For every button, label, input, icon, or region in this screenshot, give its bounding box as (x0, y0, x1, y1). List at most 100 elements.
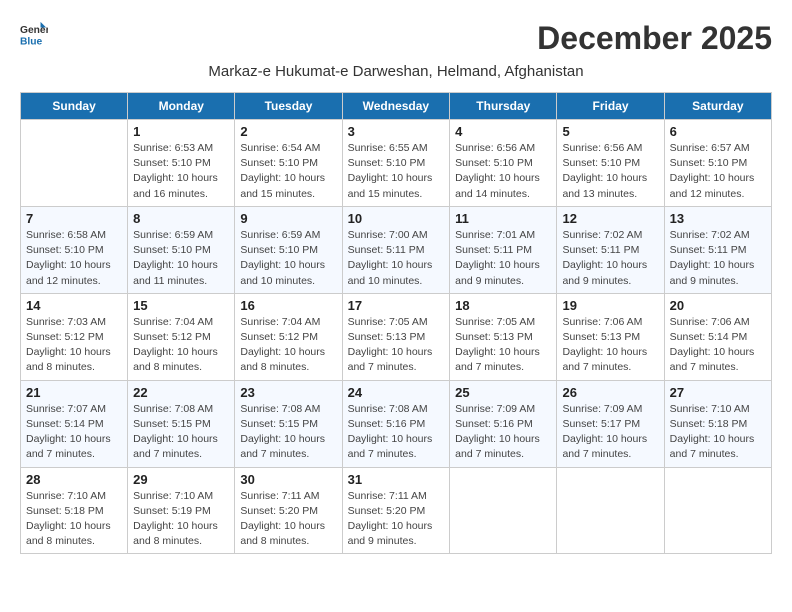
day-info: Sunrise: 6:57 AMSunset: 5:10 PMDaylight:… (670, 141, 766, 202)
calendar-cell: 14 Sunrise: 7:03 AMSunset: 5:12 PMDayligh… (21, 293, 128, 380)
day-number: 27 (670, 385, 766, 400)
day-number: 9 (240, 211, 336, 226)
day-info: Sunrise: 7:08 AMSunset: 5:15 PMDaylight:… (133, 402, 229, 463)
day-number: 1 (133, 124, 229, 139)
calendar-table: SundayMondayTuesdayWednesdayThursdayFrid… (20, 92, 772, 554)
calendar-cell: 19 Sunrise: 7:06 AMSunset: 5:13 PMDayligh… (557, 293, 664, 380)
logo: General Blue (20, 20, 52, 48)
calendar-cell: 9 Sunrise: 6:59 AMSunset: 5:10 PMDaylight… (235, 206, 342, 293)
day-info: Sunrise: 7:08 AMSunset: 5:15 PMDaylight:… (240, 402, 336, 463)
day-info: Sunrise: 7:03 AMSunset: 5:12 PMDaylight:… (26, 315, 122, 376)
calendar-cell: 13Sunrise: 7:02 AMSunset: 5:11 PMDayligh… (664, 206, 771, 293)
day-info: Sunrise: 7:08 AMSunset: 5:16 PMDaylight:… (348, 402, 445, 463)
day-info: Sunrise: 6:55 AMSunset: 5:10 PMDaylight:… (348, 141, 445, 202)
day-info: Sunrise: 6:54 AMSunset: 5:10 PMDaylight:… (240, 141, 336, 202)
day-number: 30 (240, 472, 336, 487)
calendar-cell: 29 Sunrise: 7:10 AMSunset: 5:19 PMDayligh… (128, 467, 235, 554)
day-number: 2 (240, 124, 336, 139)
day-info: Sunrise: 6:58 AMSunset: 5:10 PMDaylight:… (26, 228, 122, 289)
weekday-header-saturday: Saturday (664, 93, 771, 120)
calendar-cell: 4 Sunrise: 6:56 AMSunset: 5:10 PMDaylight… (450, 120, 557, 207)
day-number: 12 (562, 211, 658, 226)
calendar-cell: 26 Sunrise: 7:09 AMSunset: 5:17 PMDayligh… (557, 380, 664, 467)
weekday-header-row: SundayMondayTuesdayWednesdayThursdayFrid… (21, 93, 772, 120)
day-number: 24 (348, 385, 445, 400)
day-number: 17 (348, 298, 445, 313)
calendar-cell: 1 Sunrise: 6:53 AMSunset: 5:10 PMDaylight… (128, 120, 235, 207)
day-info: Sunrise: 6:56 AMSunset: 5:10 PMDaylight:… (562, 141, 658, 202)
day-info: Sunrise: 7:06 AMSunset: 5:13 PMDaylight:… (562, 315, 658, 376)
weekday-header-thursday: Thursday (450, 93, 557, 120)
calendar-cell: 21Sunrise: 7:07 AMSunset: 5:14 PMDayligh… (21, 380, 128, 467)
calendar-week-row: 21Sunrise: 7:07 AMSunset: 5:14 PMDayligh… (21, 380, 772, 467)
day-info: Sunrise: 7:09 AMSunset: 5:17 PMDaylight:… (562, 402, 658, 463)
day-info: Sunrise: 7:05 AMSunset: 5:13 PMDaylight:… (348, 315, 445, 376)
weekday-header-tuesday: Tuesday (235, 93, 342, 120)
day-number: 15 (133, 298, 229, 313)
calendar-cell: 8Sunrise: 6:59 AMSunset: 5:10 PMDaylight… (128, 206, 235, 293)
page-subtitle: Markaz-e Hukumat-e Darweshan, Helmand, A… (20, 63, 772, 80)
day-info: Sunrise: 7:11 AMSunset: 5:20 PMDaylight:… (348, 489, 445, 550)
weekday-header-friday: Friday (557, 93, 664, 120)
calendar-cell: 12 Sunrise: 7:02 AMSunset: 5:11 PMDayligh… (557, 206, 664, 293)
day-number: 25 (455, 385, 551, 400)
day-number: 6 (670, 124, 766, 139)
calendar-cell: 6 Sunrise: 6:57 AMSunset: 5:10 PMDaylight… (664, 120, 771, 207)
day-info: Sunrise: 7:00 AMSunset: 5:11 PMDaylight:… (348, 228, 445, 289)
day-number: 11 (455, 211, 551, 226)
day-number: 4 (455, 124, 551, 139)
calendar-cell: 5Sunrise: 6:56 AMSunset: 5:10 PMDaylight… (557, 120, 664, 207)
calendar-cell: 20 Sunrise: 7:06 AMSunset: 5:14 PMDayligh… (664, 293, 771, 380)
day-number: 16 (240, 298, 336, 313)
weekday-header-monday: Monday (128, 93, 235, 120)
day-number: 23 (240, 385, 336, 400)
day-info: Sunrise: 7:02 AMSunset: 5:11 PMDaylight:… (562, 228, 658, 289)
calendar-cell: 22Sunrise: 7:08 AMSunset: 5:15 PMDayligh… (128, 380, 235, 467)
day-info: Sunrise: 6:59 AMSunset: 5:10 PMDaylight:… (240, 228, 336, 289)
day-info: Sunrise: 7:06 AMSunset: 5:14 PMDaylight:… (670, 315, 766, 376)
day-number: 3 (348, 124, 445, 139)
calendar-cell: 25 Sunrise: 7:09 AMSunset: 5:16 PMDayligh… (450, 380, 557, 467)
day-info: Sunrise: 7:10 AMSunset: 5:19 PMDaylight:… (133, 489, 229, 550)
day-number: 14 (26, 298, 122, 313)
calendar-cell: 3 Sunrise: 6:55 AMSunset: 5:10 PMDaylight… (342, 120, 450, 207)
calendar-week-row: 7 Sunrise: 6:58 AMSunset: 5:10 PMDaylight… (21, 206, 772, 293)
day-info: Sunrise: 7:10 AMSunset: 5:18 PMDaylight:… (26, 489, 122, 550)
calendar-cell: 7 Sunrise: 6:58 AMSunset: 5:10 PMDaylight… (21, 206, 128, 293)
day-info: Sunrise: 7:04 AMSunset: 5:12 PMDaylight:… (240, 315, 336, 376)
calendar-cell: 11 Sunrise: 7:01 AMSunset: 5:11 PMDayligh… (450, 206, 557, 293)
day-number: 19 (562, 298, 658, 313)
calendar-cell: 31Sunrise: 7:11 AMSunset: 5:20 PMDayligh… (342, 467, 450, 554)
day-number: 26 (562, 385, 658, 400)
day-info: Sunrise: 7:09 AMSunset: 5:16 PMDaylight:… (455, 402, 551, 463)
day-number: 13 (670, 211, 766, 226)
calendar-cell: 27 Sunrise: 7:10 AMSunset: 5:18 PMDayligh… (664, 380, 771, 467)
day-number: 8 (133, 211, 229, 226)
day-number: 18 (455, 298, 551, 313)
calendar-cell: 15Sunrise: 7:04 AMSunset: 5:12 PMDayligh… (128, 293, 235, 380)
day-info: Sunrise: 7:07 AMSunset: 5:14 PMDaylight:… (26, 402, 122, 463)
calendar-cell: 24 Sunrise: 7:08 AMSunset: 5:16 PMDayligh… (342, 380, 450, 467)
day-info: Sunrise: 7:10 AMSunset: 5:18 PMDaylight:… (670, 402, 766, 463)
day-info: Sunrise: 6:56 AMSunset: 5:10 PMDaylight:… (455, 141, 551, 202)
calendar-cell: 28 Sunrise: 7:10 AMSunset: 5:18 PMDayligh… (21, 467, 128, 554)
calendar-cell: 16 Sunrise: 7:04 AMSunset: 5:12 PMDayligh… (235, 293, 342, 380)
day-info: Sunrise: 7:11 AMSunset: 5:20 PMDaylight:… (240, 489, 336, 550)
weekday-header-wednesday: Wednesday (342, 93, 450, 120)
day-number: 20 (670, 298, 766, 313)
day-number: 29 (133, 472, 229, 487)
day-info: Sunrise: 6:53 AMSunset: 5:10 PMDaylight:… (133, 141, 229, 202)
calendar-cell: 10Sunrise: 7:00 AMSunset: 5:11 PMDayligh… (342, 206, 450, 293)
day-info: Sunrise: 7:01 AMSunset: 5:11 PMDaylight:… (455, 228, 551, 289)
calendar-cell (21, 120, 128, 207)
day-info: Sunrise: 7:05 AMSunset: 5:13 PMDaylight:… (455, 315, 551, 376)
page-title: December 2025 (537, 20, 772, 57)
calendar-week-row: 14 Sunrise: 7:03 AMSunset: 5:12 PMDayligh… (21, 293, 772, 380)
calendar-cell: 30 Sunrise: 7:11 AMSunset: 5:20 PMDayligh… (235, 467, 342, 554)
calendar-cell (450, 467, 557, 554)
calendar-cell: 2 Sunrise: 6:54 AMSunset: 5:10 PMDaylight… (235, 120, 342, 207)
day-number: 28 (26, 472, 122, 487)
calendar-cell (664, 467, 771, 554)
day-number: 7 (26, 211, 122, 226)
calendar-week-row: 28 Sunrise: 7:10 AMSunset: 5:18 PMDayligh… (21, 467, 772, 554)
